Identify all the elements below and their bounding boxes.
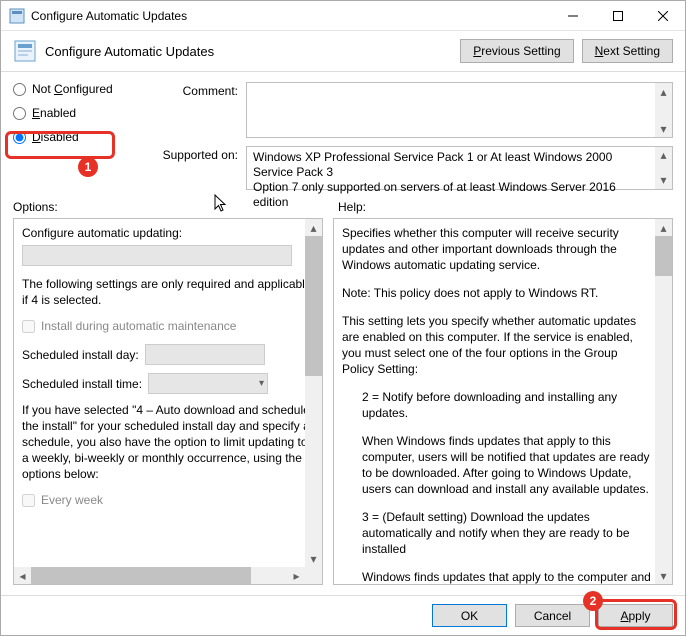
- radio-column: Not Configured Enabled Disabled 1: [13, 82, 133, 190]
- window-controls: [550, 1, 685, 30]
- options-v-scrollbar[interactable]: ▴ ▾: [305, 219, 322, 567]
- scrollbar-corner: [305, 567, 322, 584]
- scroll-right-icon[interactable]: ▸: [288, 567, 305, 584]
- maximize-button[interactable]: [595, 1, 640, 30]
- apply-button[interactable]: Apply: [598, 604, 673, 627]
- cancel-button[interactable]: Cancel: [515, 604, 590, 627]
- help-v-scrollbar[interactable]: ▴ ▾: [655, 219, 672, 584]
- radio-enabled[interactable]: Enabled: [13, 106, 133, 120]
- dialog-window: Configure Automatic Updates Configure Au…: [0, 0, 686, 636]
- cursor-icon: [214, 194, 228, 217]
- every-week-checkbox[interactable]: [22, 494, 35, 507]
- radio-not-configured[interactable]: Not Configured: [13, 82, 133, 96]
- titlebar: Configure Automatic Updates: [1, 1, 685, 31]
- scroll-up-icon[interactable]: ▴: [305, 219, 322, 236]
- help-heading: Help:: [338, 200, 366, 214]
- supported-textarea: Windows XP Professional Service Pack 1 o…: [246, 146, 673, 190]
- scheduled-day-row: Scheduled install day:: [22, 344, 316, 365]
- supported-scrollbar[interactable]: ▴ ▾: [655, 147, 672, 189]
- scroll-up-icon[interactable]: ▴: [655, 147, 672, 164]
- radio-disabled[interactable]: Disabled: [13, 130, 133, 144]
- radio-disabled-label: Disabled: [32, 130, 79, 144]
- every-week-label: Every week: [41, 492, 103, 508]
- help-p3: This setting lets you specify whether au…: [342, 313, 652, 377]
- radio-not-configured-label: Not Configured: [32, 82, 113, 96]
- install-maintenance-label: Install during automatic maintenance: [41, 318, 236, 334]
- scroll-down-icon[interactable]: ▾: [305, 550, 322, 567]
- help-content: Specifies whether this computer will rec…: [334, 219, 672, 584]
- install-maintenance-checkbox[interactable]: [22, 320, 35, 333]
- top-area: Not Configured Enabled Disabled 1 Commen…: [1, 72, 685, 196]
- ok-button[interactable]: OK: [432, 604, 507, 627]
- every-week-checkbox-row[interactable]: Every week: [22, 492, 316, 508]
- options-config-dropdown[interactable]: [22, 245, 292, 266]
- comment-label: Comment:: [153, 82, 238, 138]
- options-h-scrollbar[interactable]: ◂ ▸: [14, 567, 305, 584]
- help-opt2: 2 = Notify before downloading and instal…: [362, 389, 652, 421]
- scroll-down-icon[interactable]: ▾: [655, 172, 672, 189]
- scrollbar-thumb[interactable]: [655, 236, 672, 276]
- radio-enabled-input[interactable]: [13, 107, 26, 120]
- comment-scrollbar[interactable]: ▴ ▾: [655, 83, 672, 137]
- scheduled-time-label: Scheduled install time:: [22, 376, 142, 392]
- chevron-down-icon: ▾: [259, 376, 264, 392]
- previous-setting-button[interactable]: Previous Setting: [460, 39, 573, 63]
- scroll-down-icon[interactable]: ▾: [655, 120, 672, 137]
- scheduled-time-row: Scheduled install time: ▾: [22, 373, 316, 394]
- scheduled-time-dropdown[interactable]: ▾: [148, 373, 268, 394]
- options-heading: Options:: [13, 200, 318, 214]
- supported-row: Supported on: Windows XP Professional Se…: [153, 146, 673, 190]
- header-row: Configure Automatic Updates Previous Set…: [1, 31, 685, 72]
- scroll-up-icon[interactable]: ▴: [655, 83, 672, 100]
- header-title: Configure Automatic Updates: [45, 44, 452, 59]
- minimize-button[interactable]: [550, 1, 595, 30]
- scroll-up-icon[interactable]: ▴: [655, 219, 672, 236]
- scrollbar-thumb[interactable]: [31, 567, 251, 584]
- scheduled-day-dropdown[interactable]: [145, 344, 265, 365]
- next-setting-button[interactable]: Next Setting: [582, 39, 673, 63]
- meta-column: Comment: ▴ ▾ Supported on: Windows XP Pr…: [153, 82, 673, 190]
- help-opt3-desc: Windows finds updates that apply to the …: [362, 569, 652, 584]
- supported-label: Supported on:: [153, 146, 238, 190]
- radio-enabled-label: Enabled: [32, 106, 76, 120]
- radio-disabled-input[interactable]: [13, 131, 26, 144]
- comment-row: Comment: ▴ ▾: [153, 82, 673, 138]
- help-opt3: 3 = (Default setting) Download the updat…: [362, 509, 652, 557]
- scroll-left-icon[interactable]: ◂: [14, 567, 31, 584]
- scrollbar-thumb[interactable]: [305, 236, 322, 376]
- options-required-text: The following settings are only required…: [22, 276, 316, 308]
- options-auto4-text: If you have selected "4 – Auto download …: [22, 402, 316, 482]
- policy-icon: [13, 39, 37, 63]
- close-button[interactable]: [640, 1, 685, 30]
- radio-not-configured-input[interactable]: [13, 83, 26, 96]
- annotation-badge-1: 1: [78, 157, 98, 177]
- app-icon: [9, 8, 25, 24]
- help-p2: Note: This policy does not apply to Wind…: [342, 285, 652, 301]
- install-maintenance-checkbox-row[interactable]: Install during automatic maintenance: [22, 318, 316, 334]
- footer: OK Cancel Apply 2: [1, 595, 685, 635]
- window-title: Configure Automatic Updates: [31, 9, 550, 23]
- options-config-label: Configure automatic updating:: [22, 225, 316, 241]
- panels-container: Configure automatic updating: The follow…: [1, 218, 685, 595]
- help-opt2-desc: When Windows finds updates that apply to…: [362, 433, 652, 497]
- scheduled-day-label: Scheduled install day:: [22, 347, 139, 363]
- scroll-down-icon[interactable]: ▾: [655, 567, 672, 584]
- help-p1: Specifies whether this computer will rec…: [342, 225, 652, 273]
- options-content: Configure automatic updating: The follow…: [14, 219, 322, 584]
- labels-row: Options: Help:: [1, 196, 685, 218]
- help-panel: Specifies whether this computer will rec…: [333, 218, 673, 585]
- options-panel: Configure automatic updating: The follow…: [13, 218, 323, 585]
- comment-textarea[interactable]: ▴ ▾: [246, 82, 673, 138]
